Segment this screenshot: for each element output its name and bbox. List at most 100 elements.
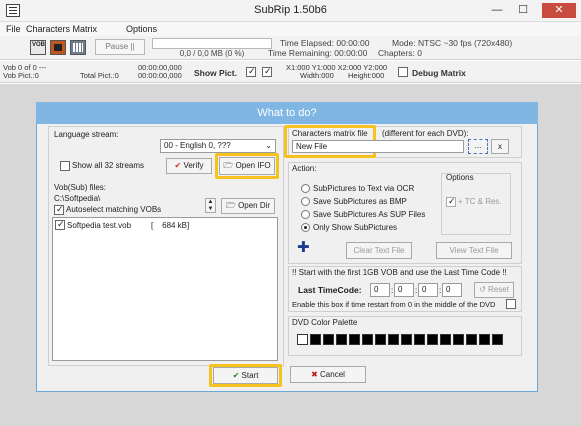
chapters-readout: Chapters: 0 [378, 48, 422, 58]
checkmark-icon: ✔ [232, 371, 240, 380]
char-matrix-note: (different for each DVD): [382, 129, 469, 138]
show-all-streams-label: Show all 32 streams [72, 161, 145, 170]
palette-swatch[interactable] [336, 334, 347, 345]
clear-matrix-button[interactable]: x [491, 139, 509, 154]
show-all-streams-checkbox[interactable] [60, 161, 70, 171]
vob-icon[interactable]: VOB [30, 40, 46, 55]
palette-swatch[interactable] [388, 334, 399, 345]
action-ocr-radio[interactable] [301, 184, 310, 193]
progress-text: 0,0 / 0,0 MB (0 %) [179, 49, 245, 58]
progress-bar [152, 38, 272, 49]
palette-swatch[interactable] [401, 334, 412, 345]
menu-file[interactable]: File [6, 24, 21, 34]
view-text-file-button[interactable]: View Text File [436, 242, 512, 259]
verify-label: Verify [183, 161, 204, 170]
timecode-sep-2: : [415, 286, 418, 295]
timecode-hours[interactable]: 0 [370, 283, 390, 297]
tc-res-label: + TC & Res. [458, 197, 502, 206]
vob-file-checkbox[interactable] [55, 219, 65, 230]
show-pict-checkbox[interactable] [246, 66, 256, 77]
first-vob-note: !! Start with the first 1GB VOB and use … [292, 268, 507, 277]
palette-swatch[interactable] [466, 334, 477, 345]
palette-swatch[interactable] [479, 334, 490, 345]
vob-file-list[interactable]: Softpedia test.vob [ 684 kB] [52, 217, 278, 361]
cancel-button[interactable]: ✖ Cancel [290, 366, 366, 383]
reset-button[interactable]: ↺ Reset [474, 282, 514, 298]
folder-icon: 🗁 [223, 161, 234, 170]
action-label: Action: [292, 164, 317, 173]
action-sup-label: Save SubPictures As SUP Files [313, 210, 426, 219]
tc-res-checkbox[interactable] [446, 196, 456, 207]
timecode-frames[interactable]: 0 [442, 283, 462, 297]
puzzle-icon[interactable]: ✚ [297, 240, 313, 256]
total-pict-counter: Total Pict.:0 [80, 71, 119, 80]
timecode-minutes[interactable]: 0 [394, 283, 414, 297]
restart-checkbox[interactable] [506, 299, 516, 309]
language-stream-value: 00 - English 0, ??? [164, 141, 231, 150]
verify-button[interactable]: ✔ Verify [166, 158, 212, 174]
palette-swatch[interactable] [297, 334, 308, 345]
menu-characters-matrix[interactable]: Characters Matrix [26, 24, 97, 34]
close-button[interactable]: ✕ [542, 3, 576, 18]
vob-path: C:\Softpedia\ [54, 194, 101, 203]
timecode-seconds[interactable]: 0 [418, 283, 438, 297]
language-stream-select[interactable]: 00 - English 0, ??? ⌄ [160, 139, 276, 153]
palette-swatch[interactable] [310, 334, 321, 345]
time-elapsed: Time Elapsed: 00:00:00 [280, 38, 370, 48]
palette-swatch[interactable] [453, 334, 464, 345]
palette-label: DVD Color Palette [292, 318, 358, 327]
action-bmp-label: Save SubPictures as BMP [313, 197, 407, 206]
palette-swatch[interactable] [375, 334, 386, 345]
palette-swatch[interactable] [427, 334, 438, 345]
pause-button[interactable]: Pause || [95, 39, 145, 55]
palette-swatch[interactable] [349, 334, 360, 345]
last-timecode-label: Last TimeCode: [298, 285, 362, 295]
reset-icon: ↺ [479, 285, 486, 294]
action-sup-radio[interactable] [301, 210, 310, 219]
open-dir-label: Open Dir [238, 201, 271, 210]
action-show-label: Only Show SubPictures [313, 223, 398, 232]
options-label: Options [446, 173, 474, 182]
vob-files-label: Vob(Sub) files: [54, 183, 107, 192]
vob-pict-counter: Vob Pict.:0 [3, 71, 39, 80]
show-pict-checkbox-2[interactable] [262, 66, 272, 77]
open-ifo-button[interactable]: 🗁 Open IFO [219, 157, 275, 175]
clear-text-file-button[interactable]: Clear Text File [346, 242, 412, 259]
palette-swatch[interactable] [492, 334, 503, 345]
browse-button[interactable]: ... [468, 139, 488, 154]
palette-swatch[interactable] [323, 334, 334, 345]
close-icon: ✖ [311, 370, 318, 379]
timecode-sep-3: : [439, 286, 442, 295]
menu-options[interactable]: Options [126, 24, 157, 34]
timecode-sep-1: : [391, 286, 394, 295]
palette-swatch[interactable] [440, 334, 451, 345]
action-bmp-radio[interactable] [301, 197, 310, 206]
char-matrix-label: Characters matrix file [292, 129, 368, 138]
open-dir-button[interactable]: 🗁 Open Dir [221, 198, 275, 214]
palette-swatch[interactable] [362, 334, 373, 345]
open-ifo-label: Open IFO [235, 161, 271, 170]
palette-swatch[interactable] [414, 334, 425, 345]
language-stream-label: Language stream: [54, 130, 119, 139]
autoselect-checkbox[interactable] [54, 204, 64, 215]
autoselect-label: Autoselect matching VOBs [66, 205, 162, 214]
minimize-button[interactable]: — [486, 3, 508, 18]
restart-note: Enable this box if time restart from 0 i… [292, 300, 496, 309]
width-readout: Width:000 [300, 71, 334, 80]
debug-matrix-checkbox[interactable] [398, 67, 408, 77]
matrix-icon[interactable] [70, 40, 86, 55]
chevron-down-icon: ⌄ [265, 141, 272, 150]
file-order-spinner[interactable]: ▲ ▼ [205, 198, 216, 213]
action-ocr-label: SubPictures to Text via OCR [313, 184, 415, 193]
char-matrix-input[interactable]: New File [292, 140, 464, 153]
start-label: Start [241, 371, 259, 380]
start-button[interactable]: ✔ Start [213, 367, 278, 384]
film-icon[interactable] [50, 40, 66, 55]
cancel-label: Cancel [320, 370, 345, 379]
maximize-button[interactable]: ☐ [512, 3, 534, 18]
dialog-title: What to do? [36, 102, 538, 124]
vob-file-name[interactable]: Softpedia test.vob [67, 221, 131, 230]
folder-icon: 🗁 [225, 201, 236, 210]
action-show-radio[interactable] [301, 223, 310, 232]
reset-label: Reset [488, 285, 509, 294]
